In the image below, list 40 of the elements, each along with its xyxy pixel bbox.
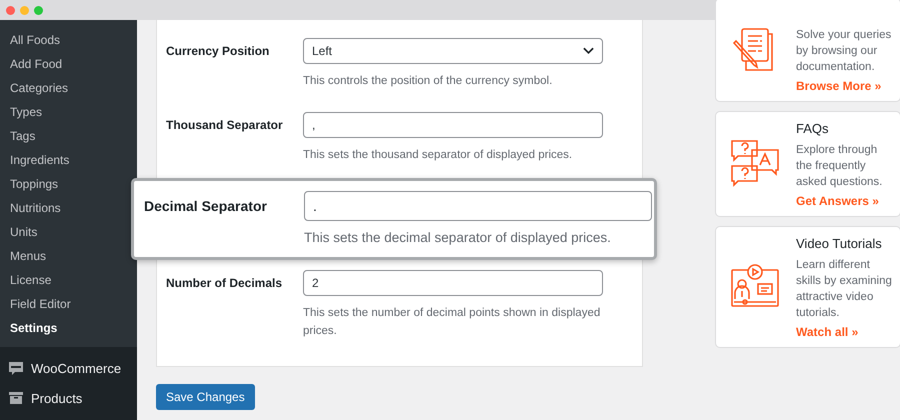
close-dot[interactable]: [6, 6, 15, 14]
save-button[interactable]: Save Changes: [156, 384, 255, 410]
sidebar-item[interactable]: Categories: [0, 76, 78, 100]
field-hint: This sets the thousand separator of displayed prices.: [303, 148, 574, 163]
field-hint: This controls the position of the currency symbol.: [303, 74, 554, 89]
sidebar-item[interactable]: All Foods: [0, 28, 70, 52]
sidebar-item[interactable]: Menus: [0, 244, 56, 268]
sidebar-item[interactable]: Tags: [0, 124, 46, 148]
field-label: Decimal Separator: [144, 197, 268, 214]
card-text: Solve your queries by browsing our documentation.: [796, 28, 892, 75]
field-label: Number of Decimals: [166, 275, 284, 290]
chevron-down-icon: [583, 47, 594, 55]
card-text: Explore through the frequently asked questions.: [796, 143, 884, 190]
sidebar-item[interactable]: Add Food: [0, 52, 72, 76]
sidebar-item[interactable]: Toppings: [0, 172, 68, 196]
field-hint: This sets the decimal separator of displayed prices.: [304, 229, 612, 247]
sidebar-item[interactable]: Units: [0, 220, 48, 244]
select-field[interactable]: Left: [303, 38, 603, 64]
speech-bubble-icon: [7, 359, 25, 377]
minimize-dot[interactable]: [20, 6, 29, 14]
sidebar-item[interactable]: Types: [0, 100, 52, 124]
sidebar-item[interactable]: Field Editor: [0, 292, 81, 316]
card-text: Learn different skills by examining attractive video tutorials.: [796, 258, 893, 321]
menu-item[interactable]: Products: [31, 390, 82, 406]
field-hint: This sets the number of decimal points shown in displayed prices.: [303, 306, 602, 339]
sidebar-item[interactable]: Ingredients: [0, 148, 80, 172]
input-field[interactable]: ,: [303, 112, 603, 138]
maximize-dot[interactable]: [34, 6, 43, 14]
menu-item[interactable]: WooCommerce: [31, 360, 122, 376]
input-field[interactable]: .: [304, 191, 652, 221]
field-label: Currency Position: [166, 43, 270, 58]
box-icon: [7, 389, 25, 407]
input-field[interactable]: 2: [303, 270, 603, 296]
sidebar-item[interactable]: Settings: [0, 316, 68, 340]
field-label: Thousand Separator: [166, 117, 284, 132]
sidebar-item[interactable]: License: [0, 268, 62, 292]
sidebar-item[interactable]: Nutritions: [0, 196, 71, 220]
card-title: Video Tutorials: [796, 235, 883, 253]
chat-bubbles-icon: [730, 139, 780, 189]
card-title: FAQs: [796, 120, 830, 138]
